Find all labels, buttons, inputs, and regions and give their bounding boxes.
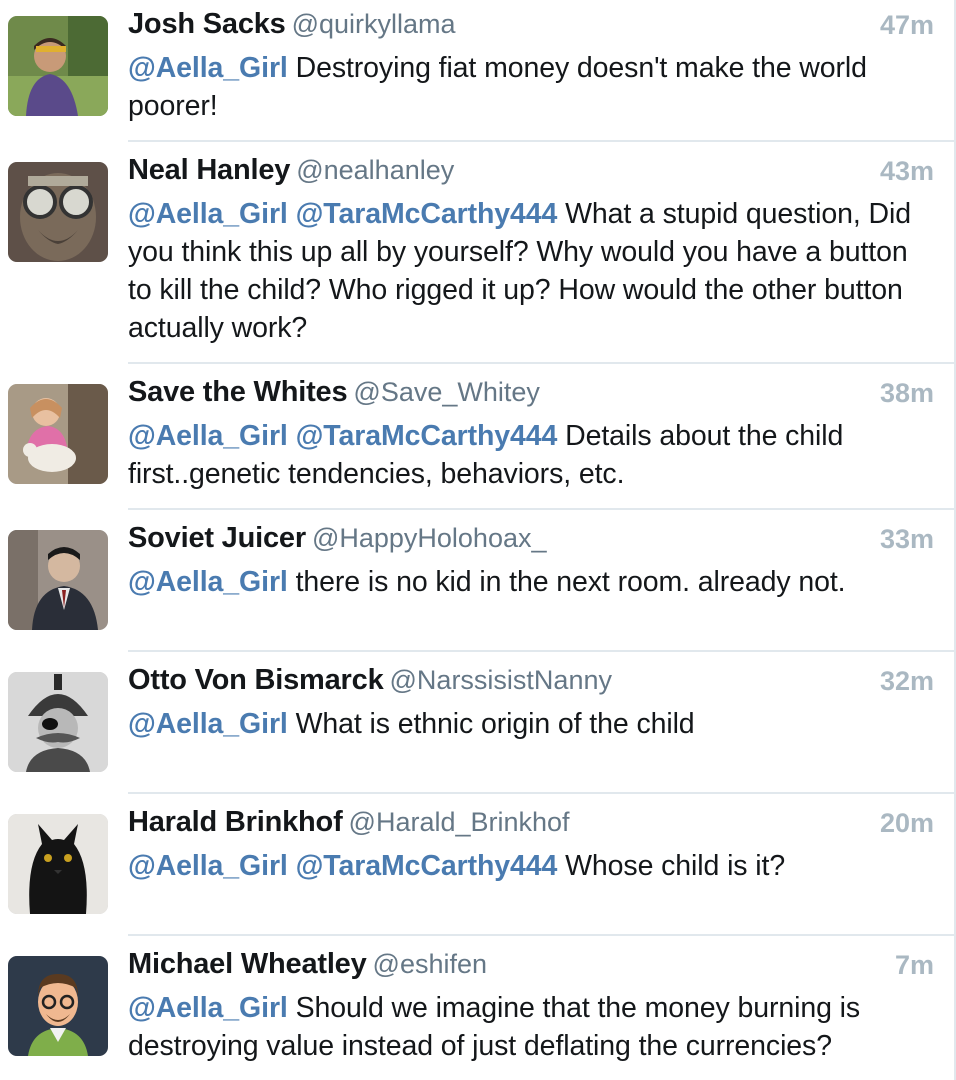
mention-link[interactable]: @Aella_Girl [128, 708, 288, 740]
author-handle[interactable]: @NarssisistNanny [390, 665, 612, 695]
avatar[interactable] [8, 672, 108, 772]
author-handle[interactable]: @eshifen [373, 949, 487, 979]
avatar[interactable] [8, 162, 108, 262]
tweet-header: Otto Von Bismarck @NarssisistNanny 32m [128, 664, 934, 700]
tweet-header: Harald Brinkhof @Harald_Brinkhof 20m [128, 806, 934, 842]
tweet[interactable]: Neal Hanley @nealhanley 43m @Aella_Girl @… [0, 142, 954, 364]
author-name[interactable]: Neal Hanley [128, 154, 290, 186]
avatar-photo [8, 530, 108, 630]
avatar[interactable] [8, 16, 108, 116]
tweet-text: @Aella_Girl Should we imagine that the m… [128, 989, 930, 1065]
mention-link[interactable]: @Aella_Girl [128, 992, 288, 1024]
author-name[interactable]: Josh Sacks [128, 8, 286, 40]
avatar-photo [8, 162, 108, 262]
timestamp[interactable]: 47m [880, 10, 934, 41]
tweet[interactable]: Michael Wheatley @eshifen 7m @Aella_Girl … [0, 936, 954, 1080]
timestamp[interactable]: 20m [880, 808, 934, 839]
timestamp[interactable]: 32m [880, 666, 934, 697]
tweet[interactable]: Josh Sacks @quirkyllama 47m @Aella_Girl D… [0, 0, 954, 142]
author-name[interactable]: Michael Wheatley [128, 948, 367, 980]
avatar[interactable] [8, 956, 108, 1056]
timestamp[interactable]: 38m [880, 378, 934, 409]
mention-link[interactable]: @TaraMcCarthy444 [296, 420, 558, 452]
tweet-header: Michael Wheatley @eshifen 7m [128, 948, 934, 984]
mention-link[interactable]: @TaraMcCarthy444 [296, 850, 558, 882]
author-name[interactable]: Harald Brinkhof [128, 806, 343, 838]
author-handle[interactable]: @nealhanley [296, 155, 454, 185]
avatar-photo [8, 16, 108, 116]
tweet-text: @Aella_Girl What is ethnic origin of the… [128, 705, 930, 743]
timestamp[interactable]: 43m [880, 156, 934, 187]
avatar-photo [8, 956, 108, 1056]
author-handle[interactable]: @Save_Whitey [353, 377, 539, 407]
author-name[interactable]: Save the Whites [128, 376, 348, 408]
tweet-body-text: there is no kid in the next room. alread… [295, 566, 846, 598]
tweet-header: Soviet Juicer @HappyHolohoax_ 33m [128, 522, 934, 558]
tweet-body-text: Whose child is it? [565, 850, 786, 882]
author-handle[interactable]: @quirkyllama [292, 9, 456, 39]
avatar-photo [8, 672, 108, 772]
tweet-body-text: What is ethnic origin of the child [295, 708, 695, 740]
tweet[interactable]: Soviet Juicer @HappyHolohoax_ 33m @Aella_… [0, 510, 954, 652]
tweet-header: Josh Sacks @quirkyllama 47m [128, 8, 934, 44]
mention-link[interactable]: @Aella_Girl [128, 566, 288, 598]
avatar[interactable] [8, 530, 108, 630]
tweet-text: @Aella_Girl @TaraMcCarthy444 What a stup… [128, 195, 930, 347]
mention-link[interactable]: @Aella_Girl [128, 52, 288, 84]
tweet[interactable]: Save the Whites @Save_Whitey 38m @Aella_G… [0, 364, 954, 510]
mention-link[interactable]: @Aella_Girl [128, 850, 288, 882]
author-handle[interactable]: @Harald_Brinkhof [349, 807, 570, 837]
tweet-header: Neal Hanley @nealhanley 43m [128, 154, 934, 190]
tweet-text: @Aella_Girl there is no kid in the next … [128, 563, 930, 601]
mention-link[interactable]: @TaraMcCarthy444 [296, 198, 558, 230]
timestamp[interactable]: 33m [880, 524, 934, 555]
mention-link[interactable]: @Aella_Girl [128, 198, 288, 230]
timestamp[interactable]: 7m [895, 950, 934, 981]
tweet-text: @Aella_Girl @TaraMcCarthy444 Details abo… [128, 417, 930, 493]
mention-link[interactable]: @Aella_Girl [128, 420, 288, 452]
avatar[interactable] [8, 814, 108, 914]
author-handle[interactable]: @HappyHolohoax_ [312, 523, 547, 553]
tweet-header: Save the Whites @Save_Whitey 38m [128, 376, 934, 412]
author-name[interactable]: Otto Von Bismarck [128, 664, 384, 696]
avatar-photo [8, 814, 108, 914]
tweet[interactable]: Otto Von Bismarck @NarssisistNanny 32m @A… [0, 652, 954, 794]
avatar-photo [8, 384, 108, 484]
tweet-text: @Aella_Girl @TaraMcCarthy444 Whose child… [128, 847, 930, 885]
avatar[interactable] [8, 384, 108, 484]
author-name[interactable]: Soviet Juicer [128, 522, 306, 554]
tweet-text: @Aella_Girl Destroying fiat money doesn'… [128, 49, 930, 125]
tweet[interactable]: Harald Brinkhof @Harald_Brinkhof 20m @Ael… [0, 794, 954, 936]
